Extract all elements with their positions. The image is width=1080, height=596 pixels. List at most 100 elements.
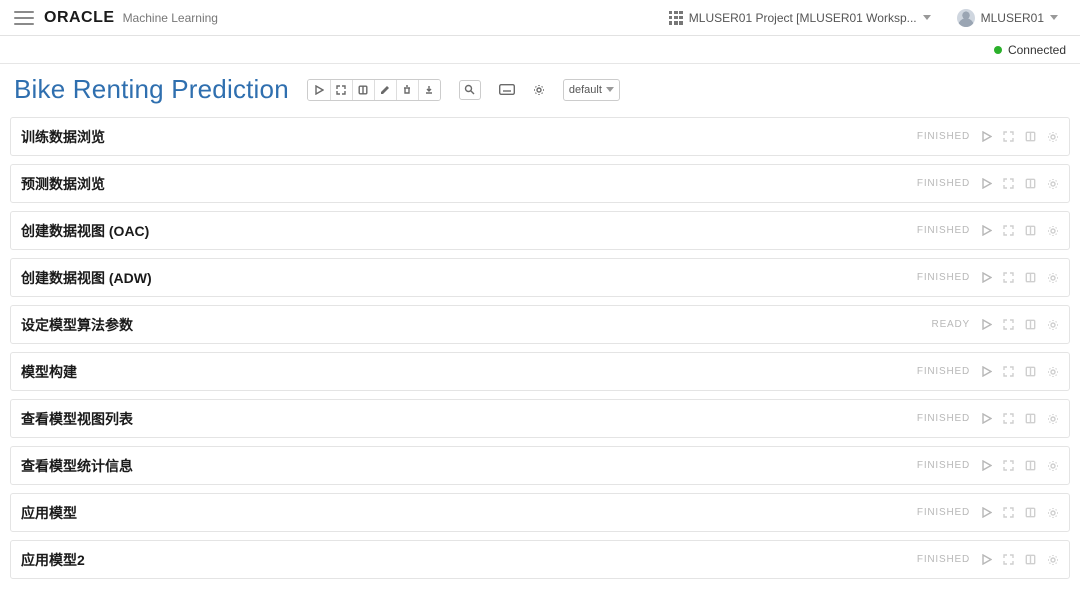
paragraph-expand-button[interactable]: [1002, 271, 1015, 284]
paragraph-expand-button[interactable]: [1002, 318, 1015, 331]
paragraph-status: FINISHED: [917, 178, 970, 189]
layout-dropdown-label: default: [569, 84, 602, 96]
paragraph-settings-button[interactable]: [1046, 177, 1059, 190]
paragraph-status: FINISHED: [917, 225, 970, 236]
paragraph-run-button[interactable]: [980, 365, 993, 378]
paragraph-row: 应用模型2 FINISHED: [10, 540, 1070, 579]
paragraph-title: 训练数据浏览: [21, 127, 105, 147]
paragraph-expand-button[interactable]: [1002, 553, 1015, 566]
download-button[interactable]: [418, 80, 440, 100]
paragraph-title: 查看模型视图列表: [21, 409, 133, 429]
paragraph-expand-button[interactable]: [1002, 130, 1015, 143]
paragraph-code-button[interactable]: [1024, 318, 1037, 331]
code-toggle-button[interactable]: [352, 80, 374, 100]
apps-grid-icon: [669, 11, 683, 25]
paragraph-title: 创建数据视图 (OAC): [21, 221, 149, 241]
paragraph-status: FINISHED: [917, 413, 970, 424]
paragraph-code-button[interactable]: [1024, 553, 1037, 566]
paragraph-code-button[interactable]: [1024, 459, 1037, 472]
project-selector-label: MLUSER01 Project [MLUSER01 Worksp...: [689, 11, 917, 25]
brand-subtitle: Machine Learning: [123, 11, 218, 25]
paragraph-run-button[interactable]: [980, 130, 993, 143]
paragraph-status: FINISHED: [917, 366, 970, 377]
paragraph-expand-button[interactable]: [1002, 506, 1015, 519]
user-menu[interactable]: MLUSER01: [949, 6, 1066, 30]
delete-button[interactable]: [396, 80, 418, 100]
paragraph-row: 创建数据视图 (OAC) FINISHED: [10, 211, 1070, 250]
paragraph-settings-button[interactable]: [1046, 459, 1059, 472]
paragraph-actions: [980, 271, 1059, 284]
paragraph-expand-button[interactable]: [1002, 224, 1015, 237]
paragraph-expand-button[interactable]: [1002, 365, 1015, 378]
paragraph-expand-button[interactable]: [1002, 412, 1015, 425]
paragraph-title: 模型构建: [21, 362, 77, 382]
paragraph-status: FINISHED: [917, 507, 970, 518]
notebook-settings-button[interactable]: [533, 84, 545, 96]
paragraph-status: FINISHED: [917, 554, 970, 565]
paragraph-code-button[interactable]: [1024, 177, 1037, 190]
project-selector[interactable]: MLUSER01 Project [MLUSER01 Worksp...: [661, 8, 939, 28]
paragraph-actions: [980, 224, 1059, 237]
paragraph-row: 应用模型 FINISHED: [10, 493, 1070, 532]
paragraph-status: FINISHED: [917, 460, 970, 471]
paragraph-list: 训练数据浏览 FINISHED 预测数据浏览 FINISHED: [0, 111, 1080, 589]
paragraph-run-button[interactable]: [980, 553, 993, 566]
notebook-toolbar-group: [307, 79, 441, 101]
paragraph-run-button[interactable]: [980, 459, 993, 472]
paragraph-settings-button[interactable]: [1046, 130, 1059, 143]
notebook-titlebar: Bike Renting Prediction default: [0, 64, 1080, 111]
paragraph-code-button[interactable]: [1024, 365, 1037, 378]
paragraph-settings-button[interactable]: [1046, 224, 1059, 237]
paragraph-row: 训练数据浏览 FINISHED: [10, 117, 1070, 156]
paragraph-code-button[interactable]: [1024, 224, 1037, 237]
paragraph-settings-button[interactable]: [1046, 271, 1059, 284]
paragraph-actions: [980, 412, 1059, 425]
chevron-down-icon: [606, 87, 614, 92]
paragraph-code-button[interactable]: [1024, 506, 1037, 519]
hamburger-menu-icon[interactable]: [14, 11, 34, 25]
paragraph-run-button[interactable]: [980, 318, 993, 331]
app-header: ORACLE Machine Learning MLUSER01 Project…: [0, 0, 1080, 36]
layout-dropdown[interactable]: default: [563, 79, 620, 101]
keyboard-shortcuts-button[interactable]: [499, 84, 515, 95]
paragraph-actions: [980, 365, 1059, 378]
paragraph-actions: [980, 553, 1059, 566]
paragraph-row: 创建数据视图 (ADW) FINISHED: [10, 258, 1070, 297]
paragraph-status: FINISHED: [917, 131, 970, 142]
chevron-down-icon: [923, 15, 931, 20]
expand-all-button[interactable]: [330, 80, 352, 100]
paragraph-actions: [980, 318, 1059, 331]
paragraph-run-button[interactable]: [980, 412, 993, 425]
paragraph-row: 查看模型视图列表 FINISHED: [10, 399, 1070, 438]
paragraph-actions: [980, 130, 1059, 143]
paragraph-run-button[interactable]: [980, 224, 993, 237]
paragraph-row: 模型构建 FINISHED: [10, 352, 1070, 391]
paragraph-run-button[interactable]: [980, 271, 993, 284]
paragraph-run-button[interactable]: [980, 506, 993, 519]
paragraph-code-button[interactable]: [1024, 412, 1037, 425]
paragraph-run-button[interactable]: [980, 177, 993, 190]
paragraph-settings-button[interactable]: [1046, 365, 1059, 378]
paragraph-actions: [980, 459, 1059, 472]
run-all-button[interactable]: [308, 80, 330, 100]
paragraph-actions: [980, 506, 1059, 519]
paragraph-status: FINISHED: [917, 272, 970, 283]
paragraph-title: 应用模型2: [21, 550, 85, 570]
paragraph-expand-button[interactable]: [1002, 177, 1015, 190]
paragraph-code-button[interactable]: [1024, 271, 1037, 284]
search-button[interactable]: [459, 80, 481, 100]
paragraph-row: 查看模型统计信息 FINISHED: [10, 446, 1070, 485]
paragraph-settings-button[interactable]: [1046, 506, 1059, 519]
brand-logo: ORACLE: [44, 9, 115, 27]
edit-button[interactable]: [374, 80, 396, 100]
avatar-icon: [957, 9, 975, 27]
paragraph-row: 预测数据浏览 FINISHED: [10, 164, 1070, 203]
paragraph-code-button[interactable]: [1024, 130, 1037, 143]
paragraph-settings-button[interactable]: [1046, 412, 1059, 425]
paragraph-settings-button[interactable]: [1046, 318, 1059, 331]
paragraph-settings-button[interactable]: [1046, 553, 1059, 566]
paragraph-title: 应用模型: [21, 503, 77, 523]
paragraph-expand-button[interactable]: [1002, 459, 1015, 472]
paragraph-title: 创建数据视图 (ADW): [21, 268, 152, 288]
paragraph-title: 查看模型统计信息: [21, 456, 133, 476]
